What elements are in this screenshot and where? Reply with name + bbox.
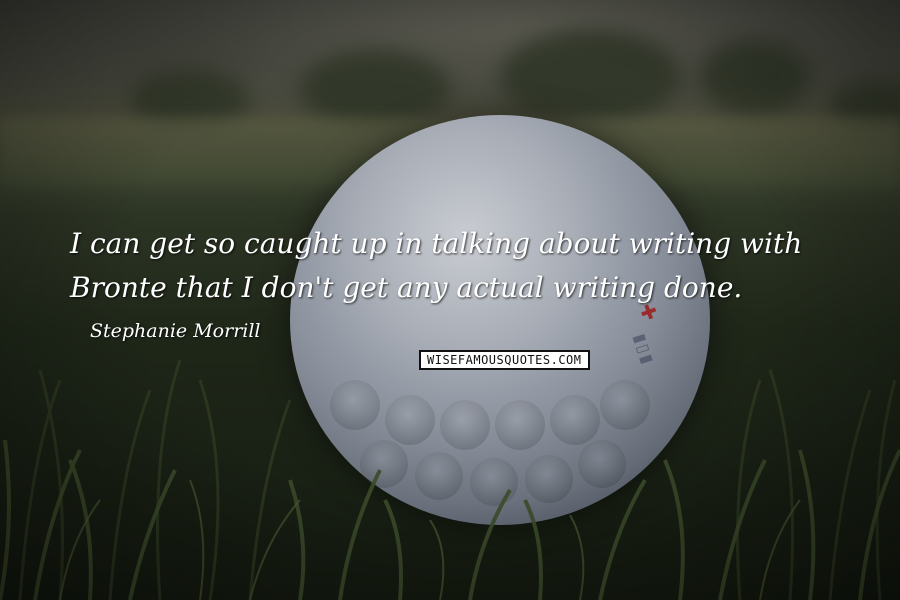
quote-text: I can get so caught up in talking about … bbox=[70, 222, 850, 310]
quote-author: Stephanie Morrill bbox=[90, 320, 261, 342]
quote-line-1: I can get so caught up in talking about … bbox=[70, 227, 803, 260]
quote-line-2: Bronte that I don't get any actual writi… bbox=[70, 271, 743, 304]
watermark-logo: WISEFAMOUSQUOTES.COM bbox=[419, 350, 590, 370]
quote-image: ✚ ▮▯▮ I can get so caught up in talking … bbox=[0, 0, 900, 600]
